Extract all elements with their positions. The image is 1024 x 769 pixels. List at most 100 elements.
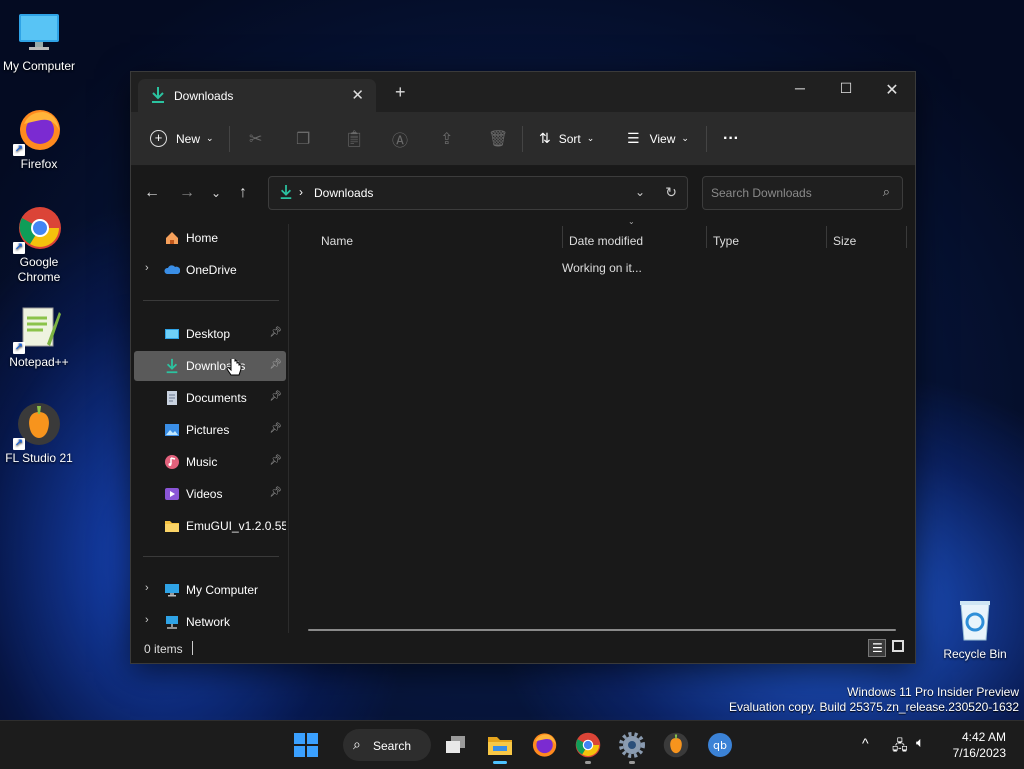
system-clock[interactable]: 4:42 AM 7/16/2023 <box>953 729 1006 761</box>
expand-chevron-icon[interactable]: › <box>145 262 149 274</box>
download-icon <box>150 86 166 109</box>
desktop-icon-fl-studio[interactable]: ↗ FL Studio 21 <box>1 400 77 466</box>
minimize-icon[interactable]: ─ <box>777 80 823 96</box>
taskbar-search-button[interactable]: ⌕ Search <box>343 729 431 761</box>
pane-splitter[interactable] <box>288 224 289 633</box>
search-icon: ⌕ <box>353 736 361 752</box>
new-tab-icon[interactable]: + <box>395 82 406 103</box>
firefox-icon: ↗ <box>13 106 63 156</box>
desktop-icon-notepad-plus-plus[interactable]: ↗ Notepad++ <box>1 304 77 370</box>
tab-downloads[interactable]: Downloads ✕ <box>138 79 376 112</box>
taskbar: ⌕ Search qb ^ 🖧︎ 🔈︎ 4:42 AM 7/16/2023 <box>0 720 1024 769</box>
details-view-button[interactable]: ☰ <box>868 639 886 657</box>
new-button-label: New <box>176 131 201 146</box>
pin-icon: 📌︎ <box>269 487 282 498</box>
taskbar-fl-studio[interactable] <box>662 731 690 759</box>
sidebar-item-onedrive[interactable]: › OneDrive <box>134 255 286 285</box>
see-more-button[interactable]: ··· <box>723 112 739 165</box>
desktop-icon-label: Firefox <box>20 157 58 171</box>
file-explorer-window: Downloads ✕ + ─ ☐ ✕ + New ⌄ ✂ ❐ 📋︎ Ⓐ ⇪ 🗑… <box>130 71 916 664</box>
start-button[interactable] <box>292 731 320 759</box>
task-view-button[interactable] <box>442 731 470 759</box>
new-button[interactable]: + New ⌄ <box>150 112 214 165</box>
recent-locations-chevron-icon[interactable]: ⌄ <box>211 186 221 200</box>
sidebar-item-emugui-folder[interactable]: EmuGUI_v1.2.0.5500 <box>134 511 286 541</box>
breadcrumb-downloads[interactable]: Downloads <box>314 186 373 200</box>
trash-icon: 🗑︎ <box>488 130 509 148</box>
paste-button[interactable]: 📋︎ <box>344 112 364 165</box>
documents-icon <box>164 390 180 406</box>
taskbar-file-explorer[interactable] <box>486 731 514 764</box>
monitor-icon <box>15 8 63 56</box>
taskbar-chrome[interactable] <box>574 731 602 764</box>
tiles-view-button[interactable] <box>890 639 908 657</box>
more-icon: ··· <box>723 129 739 147</box>
up-arrow-icon[interactable]: ↑ <box>239 184 247 202</box>
desktop-icon-label: Recycle Bin <box>943 647 1007 661</box>
column-divider[interactable] <box>906 226 907 248</box>
desktop-icon-firefox[interactable]: ↗ Firefox <box>1 106 77 172</box>
forward-arrow-icon[interactable]: → <box>179 184 195 202</box>
expand-chevron-icon[interactable]: › <box>145 582 149 594</box>
desktop-icon-chrome[interactable]: ↗ Google Chrome <box>1 204 77 285</box>
download-icon <box>164 358 180 374</box>
horizontal-scrollbar[interactable] <box>308 629 896 631</box>
column-header-type[interactable]: Type <box>713 224 739 258</box>
plus-circle-icon: + <box>150 130 167 147</box>
copy-button[interactable]: ❐ <box>296 112 310 165</box>
delete-button[interactable]: 🗑︎ <box>488 112 508 165</box>
chevron-down-icon: ⌄ <box>586 133 595 143</box>
item-count: 0 items <box>144 642 183 656</box>
sidebar-item-pictures[interactable]: Pictures 📌︎ <box>134 415 286 445</box>
recycle-bin-icon <box>951 596 999 644</box>
column-header-size[interactable]: Size <box>833 224 856 258</box>
close-window-icon[interactable]: ✕ <box>869 80 915 100</box>
volume-icon[interactable]: 🔈︎ <box>916 734 924 751</box>
maximize-icon[interactable]: ☐ <box>823 80 869 97</box>
sidebar-item-documents[interactable]: Documents 📌︎ <box>134 383 286 413</box>
sidebar-item-home[interactable]: Home <box>134 223 286 253</box>
desktop-icon-recycle-bin[interactable]: Recycle Bin <box>937 596 1013 662</box>
sidebar-item-videos[interactable]: Videos 📌︎ <box>134 479 286 509</box>
share-icon: ⇪ <box>440 130 454 148</box>
address-bar[interactable]: › Downloads ⌄ ↻ <box>268 176 688 210</box>
back-arrow-icon[interactable]: ← <box>144 184 160 202</box>
network-icon <box>164 614 180 630</box>
sort-button[interactable]: ⇅ Sort ⌄ <box>539 112 594 165</box>
taskbar-qbittorrent[interactable]: qb <box>706 731 734 759</box>
close-tab-icon[interactable]: ✕ <box>351 86 364 104</box>
tab-title: Downloads <box>174 89 234 103</box>
sidebar-item-my-computer[interactable]: › My Computer <box>134 575 286 605</box>
network-status-icon[interactable]: 🖧︎ <box>892 735 908 759</box>
pin-icon: 📌︎ <box>269 423 282 434</box>
column-divider[interactable] <box>562 226 563 248</box>
taskbar-settings[interactable] <box>618 731 646 764</box>
refresh-icon[interactable]: ↻ <box>665 184 677 201</box>
firefox-icon <box>532 733 557 757</box>
column-header-label: Size <box>833 234 857 248</box>
desktop-icon-my-computer[interactable]: My Computer <box>1 8 77 74</box>
search-input[interactable]: Search Downloads <box>711 186 812 200</box>
hand-cursor-icon <box>226 356 242 384</box>
view-button[interactable]: ☰ View ⌄ <box>627 112 689 165</box>
column-divider[interactable] <box>826 226 827 248</box>
search-icon: ⌕ <box>882 184 890 199</box>
watermark-edition: Windows 11 Pro Insider Preview <box>847 685 1019 699</box>
column-header-name[interactable]: Name <box>321 224 353 258</box>
search-box[interactable]: Search Downloads ⌕ <box>702 176 903 210</box>
sidebar-item-downloads[interactable]: Downloads 📌︎ <box>134 351 286 381</box>
column-header-date-modified[interactable]: Date modified <box>569 224 643 258</box>
sidebar-item-music[interactable]: Music 📌︎ <box>134 447 286 477</box>
shortcut-arrow-icon: ↗ <box>13 242 25 254</box>
sidebar-item-desktop[interactable]: Desktop 📌︎ <box>134 319 286 349</box>
file-explorer-icon <box>488 737 512 755</box>
taskbar-firefox[interactable] <box>530 731 558 759</box>
rename-button[interactable]: Ⓐ <box>392 112 408 165</box>
show-hidden-icons-chevron-icon[interactable]: ^ <box>862 735 869 751</box>
column-divider[interactable] <box>706 226 707 248</box>
expand-chevron-icon[interactable]: › <box>145 614 149 626</box>
address-dropdown-chevron-icon[interactable]: ⌄ <box>635 185 645 199</box>
cut-button[interactable]: ✂ <box>249 112 262 165</box>
share-button[interactable]: ⇪ <box>440 112 453 165</box>
sort-icon: ⇅ <box>539 130 551 146</box>
